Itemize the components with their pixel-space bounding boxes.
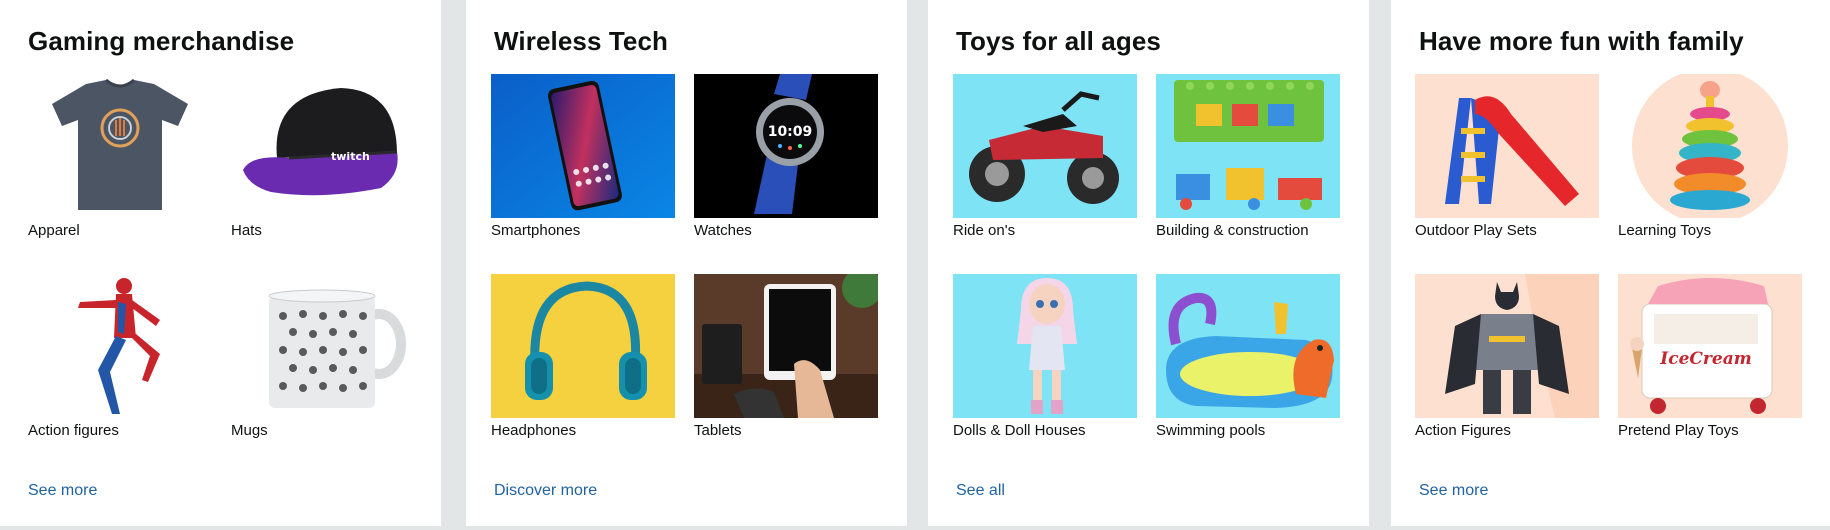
card-toys-for-all-ages: Toys for all ages Ride on's Building & c… <box>928 0 1369 526</box>
tile-tablets[interactable]: Tablets <box>694 274 878 439</box>
dolls-image[interactable] <box>953 274 1137 418</box>
twitch-logo-text: twitch <box>331 150 370 163</box>
tile-action-figures-family[interactable]: Action Figures <box>1415 274 1599 439</box>
tile-label: Mugs <box>231 422 268 439</box>
apparel-image[interactable] <box>28 74 212 218</box>
tile-hats[interactable]: twitch Hats <box>231 74 415 239</box>
tile-label: Headphones <box>491 422 577 439</box>
ice-cream-cart-text: IceCream <box>1659 349 1751 369</box>
tile-swimming-pools[interactable]: Swimming pools <box>1156 274 1340 439</box>
card-title: Toys for all ages <box>956 26 1161 56</box>
tablets-image[interactable] <box>694 274 878 418</box>
tile-label: Learning Toys <box>1618 222 1712 239</box>
tile-watches[interactable]: 10:09 Watches <box>694 74 878 239</box>
tile-learning-toys[interactable]: Learning Toys <box>1618 74 1802 239</box>
watches-image[interactable]: 10:09 <box>694 74 878 218</box>
see-more-link[interactable]: See more <box>1419 482 1488 500</box>
card-family-fun: Have more fun with family Outdoor Play S… <box>1391 0 1830 526</box>
tile-label: Action Figures <box>1415 422 1511 439</box>
tile-label: Outdoor Play Sets <box>1415 222 1537 239</box>
tile-building-construction[interactable]: Building & construction <box>1156 74 1340 239</box>
hats-image[interactable]: twitch <box>231 74 415 218</box>
tile-apparel[interactable]: Apparel <box>28 74 212 239</box>
tile-pretend-play-toys[interactable]: IceCream Pretend Play Toys <box>1618 274 1802 439</box>
learning-toys-image[interactable] <box>1618 74 1802 218</box>
tile-ride-ons[interactable]: Ride on's <box>953 74 1137 239</box>
smartphones-image[interactable] <box>491 74 675 218</box>
pretend-play-toys-image[interactable]: IceCream <box>1618 274 1802 418</box>
card-title: Wireless Tech <box>494 26 668 56</box>
card-wireless-tech: Wireless Tech Smartphones 10:09 Watches … <box>466 0 907 526</box>
tile-dolls[interactable]: Dolls & Doll Houses <box>953 274 1137 439</box>
building-construction-image[interactable] <box>1156 74 1340 218</box>
tile-label: Action figures <box>28 422 119 439</box>
tile-label: Building & construction <box>1156 222 1309 239</box>
watch-time-text: 10:09 <box>768 124 813 140</box>
tile-action-figures[interactable]: Action figures <box>28 274 212 439</box>
tile-label: Apparel <box>28 222 80 239</box>
tile-label: Watches <box>694 222 752 239</box>
see-all-link[interactable]: See all <box>956 482 1005 500</box>
tile-label: Smartphones <box>491 222 581 239</box>
tile-label: Dolls & Doll Houses <box>953 422 1086 439</box>
ride-ons-image[interactable] <box>953 74 1137 218</box>
card-title: Have more fun with family <box>1419 26 1744 56</box>
swimming-pools-image[interactable] <box>1156 274 1340 418</box>
tile-label: Tablets <box>694 422 742 439</box>
tile-smartphones[interactable]: Smartphones <box>491 74 675 239</box>
action-figures-image[interactable] <box>28 274 212 418</box>
tile-label: Swimming pools <box>1156 422 1266 439</box>
tile-label: Ride on's <box>953 222 1016 239</box>
tile-label: Hats <box>231 222 262 239</box>
outdoor-play-sets-image[interactable] <box>1415 74 1599 218</box>
mugs-image[interactable] <box>231 274 415 418</box>
action-figures-family-image[interactable] <box>1415 274 1599 418</box>
headphones-image[interactable] <box>491 274 675 418</box>
tile-headphones[interactable]: Headphones <box>491 274 675 439</box>
tile-label: Pretend Play Toys <box>1618 422 1739 439</box>
see-more-link[interactable]: See more <box>28 482 97 500</box>
discover-more-link[interactable]: Discover more <box>494 482 597 500</box>
tile-outdoor-play-sets[interactable]: Outdoor Play Sets <box>1415 74 1599 239</box>
tile-mugs[interactable]: Mugs <box>231 274 415 439</box>
card-title: Gaming merchandise <box>28 26 295 56</box>
card-gaming-merchandise: Gaming merchandise Apparel twitch Hats A… <box>0 0 441 526</box>
